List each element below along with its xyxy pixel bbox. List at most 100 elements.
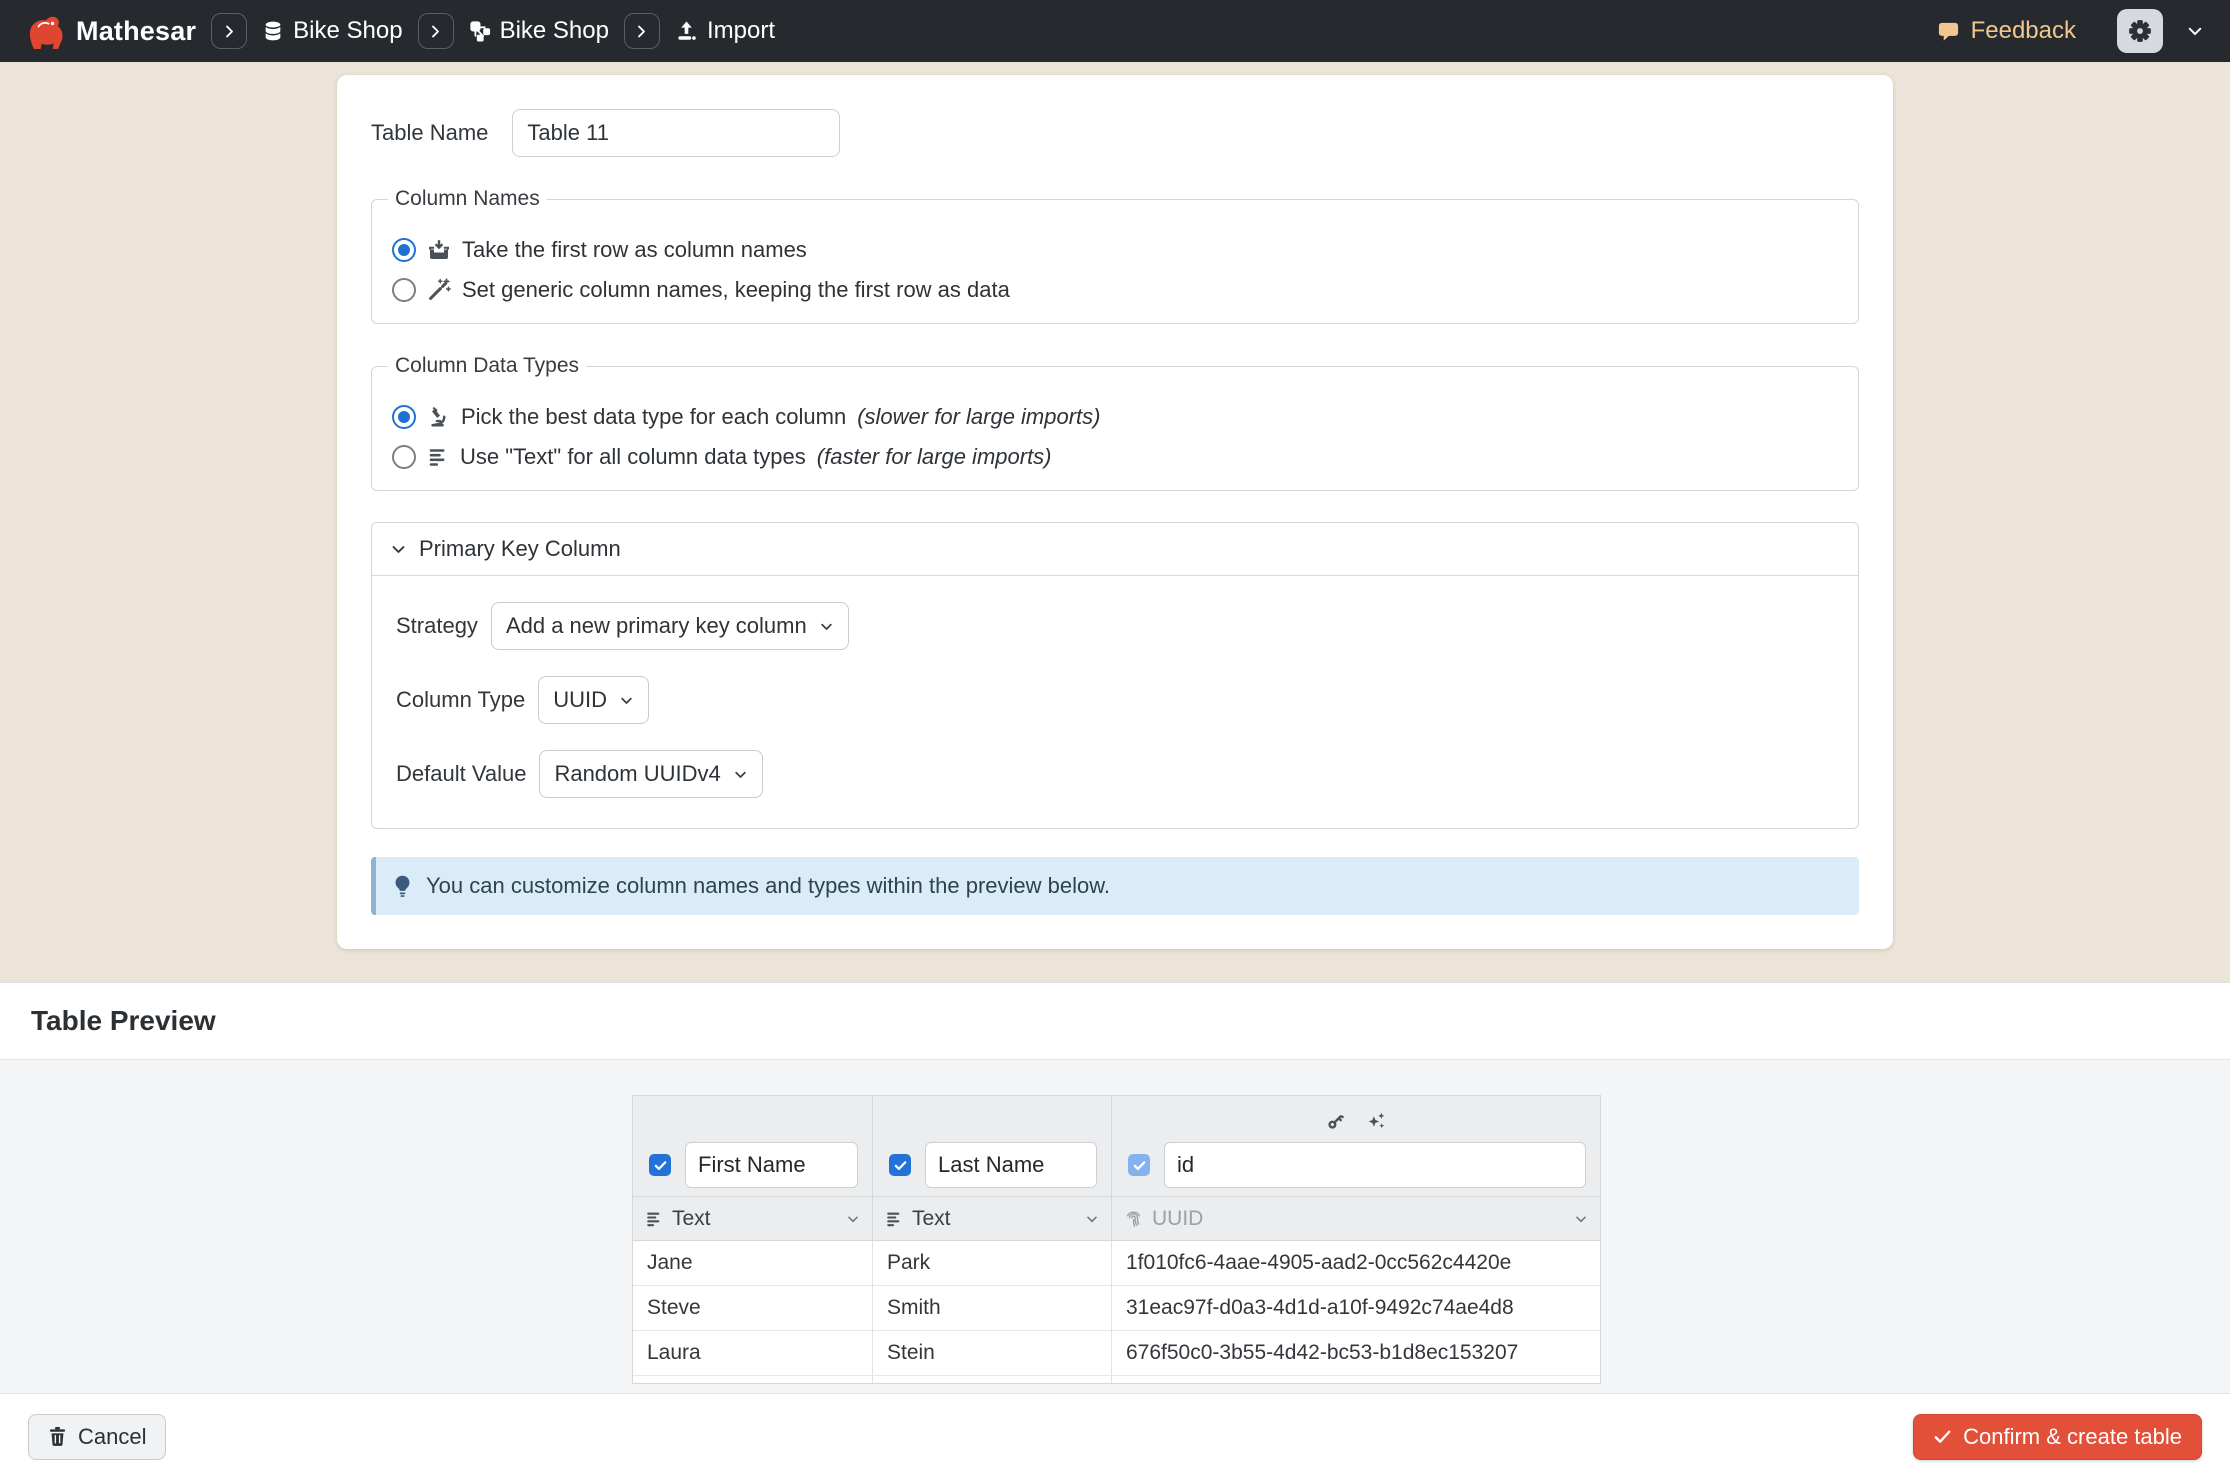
chevron-down-icon: [1085, 1212, 1099, 1226]
fingerprint-icon: [1124, 1209, 1143, 1228]
column-names-legend: Column Names: [388, 187, 547, 211]
column-name-input[interactable]: [685, 1142, 858, 1188]
cell: Laura: [633, 1331, 873, 1376]
column-name-input[interactable]: [1164, 1142, 1586, 1188]
column-type-select[interactable]: UUID: [538, 676, 649, 724]
radio-label: Take the first row as column names: [462, 237, 807, 263]
type-label: Text: [672, 1207, 711, 1231]
user-menu-caret[interactable]: [2186, 22, 2204, 40]
preview-title-band: Table Preview: [0, 982, 2230, 1060]
text-type-icon: [885, 1210, 903, 1228]
preview-area: Text Text: [0, 1060, 2230, 1393]
radio-selected[interactable]: [392, 238, 416, 262]
header-cell-last-name: [873, 1096, 1112, 1196]
radio-all-text[interactable]: Use "Text" for all column data types (fa…: [392, 444, 1840, 470]
type-select-first-name[interactable]: Text: [633, 1196, 873, 1241]
chevron-down-icon: [733, 767, 748, 782]
brand[interactable]: Mathesar: [24, 10, 196, 52]
feedback-button[interactable]: Feedback: [1936, 17, 2076, 45]
radio-unselected[interactable]: [392, 445, 416, 469]
brand-name: Mathesar: [76, 16, 196, 47]
primary-key-collapse-toggle[interactable]: Primary Key Column: [372, 523, 1858, 576]
primary-key-icon: [1325, 1111, 1346, 1132]
type-label: Text: [912, 1207, 951, 1231]
strategy-select[interactable]: Add a new primary key column: [491, 602, 849, 650]
column-checkbox[interactable]: [649, 1154, 671, 1176]
footer-bar: Cancel Confirm & create table: [0, 1393, 2230, 1479]
cell: Stein: [873, 1331, 1112, 1376]
text-type-icon: [645, 1210, 663, 1228]
upload-icon: [675, 20, 698, 43]
column-checkbox[interactable]: [889, 1154, 911, 1176]
strategy-label: Strategy: [396, 613, 478, 639]
database-icon: [262, 19, 284, 43]
column-type-value: UUID: [553, 687, 607, 713]
table-name-input[interactable]: [512, 109, 840, 157]
cell: 31eac97f-d0a3-4d1d-a10f-9492c74ae4d8: [1112, 1286, 1600, 1331]
column-type-label: Column Type: [396, 687, 525, 713]
column-name-input[interactable]: [925, 1142, 1097, 1188]
header-cell-id: [1112, 1096, 1600, 1196]
breadcrumb-database[interactable]: Bike Shop: [262, 17, 402, 45]
info-banner-text: You can customize column names and types…: [426, 873, 1110, 899]
breadcrumb-schema[interactable]: Bike Shop: [469, 17, 609, 45]
header-row-icon: [427, 238, 451, 262]
settings-button[interactable]: [2117, 9, 2163, 53]
confirm-create-table-button[interactable]: Confirm & create table: [1913, 1414, 2202, 1460]
table-row: Steve Smith 31eac97f-d0a3-4d1d-a10f-9492…: [633, 1286, 1600, 1331]
trash-icon: [48, 1426, 67, 1447]
chevron-down-icon: [619, 693, 634, 708]
microscope-icon: [427, 406, 450, 429]
mathesar-logo-icon: [24, 10, 66, 52]
feedback-label: Feedback: [1971, 17, 2076, 45]
chevron-down-icon: [1574, 1212, 1588, 1226]
radio-label: Pick the best data type for each column: [461, 404, 846, 430]
type-select-id[interactable]: UUID: [1112, 1196, 1600, 1241]
chevron-down-icon: [819, 619, 834, 634]
confirm-label: Confirm & create table: [1963, 1424, 2182, 1450]
breadcrumb-database-label: Bike Shop: [293, 17, 402, 45]
radio-label: Set generic column names, keeping the fi…: [462, 277, 1010, 303]
icon-strip: [1112, 1096, 1600, 1134]
default-value-select[interactable]: Random UUIDv4: [539, 750, 762, 798]
column-names-group: Column Names Take the first row as colum…: [371, 187, 1859, 324]
cell: 676f50c0-3b55-4d42-bc53-b1d8ec153207: [1112, 1331, 1600, 1376]
preview-type-row: Text Text: [633, 1196, 1600, 1241]
magic-wand-icon: [427, 278, 451, 302]
radio-generic-names[interactable]: Set generic column names, keeping the fi…: [392, 277, 1840, 303]
table-row: Laura Stein 676f50c0-3b55-4d42-bc53-b1d8…: [633, 1331, 1600, 1376]
preview-table: Text Text: [632, 1095, 1601, 1384]
radio-note: (faster for large imports): [817, 444, 1052, 470]
radio-note: (slower for large imports): [857, 404, 1100, 430]
cancel-label: Cancel: [78, 1424, 146, 1450]
breadcrumb-import-label: Import: [707, 17, 775, 45]
radio-first-row-as-names[interactable]: Take the first row as column names: [392, 237, 1840, 263]
import-page-background: Table Name Column Names Take the first r…: [0, 62, 2230, 982]
icon-strip: [633, 1096, 872, 1134]
radio-selected[interactable]: [392, 405, 416, 429]
radio-unselected[interactable]: [392, 278, 416, 302]
schema-icon: [469, 20, 491, 42]
strategy-value: Add a new primary key column: [506, 613, 807, 639]
chevron-down-icon: [846, 1212, 860, 1226]
breadcrumb-separator: [624, 13, 660, 49]
radio-infer-types[interactable]: Pick the best data type for each column …: [392, 404, 1840, 430]
navbar: Mathesar Bike Shop Bike Shop Import: [0, 0, 2230, 62]
check-icon: [1933, 1427, 1952, 1446]
primary-key-title: Primary Key Column: [419, 536, 621, 562]
cell: Jane: [633, 1241, 873, 1286]
cell: 1f010fc6-4aae-4905-aad2-0cc562c4420e: [1112, 1241, 1600, 1286]
clipped-row: [633, 1376, 1600, 1383]
lightbulb-icon: [392, 874, 413, 899]
breadcrumb-separator: [211, 13, 247, 49]
preview-title: Table Preview: [31, 1005, 216, 1037]
column-data-types-group: Column Data Types Pick the best data typ…: [371, 354, 1859, 491]
preview-header-row: [633, 1096, 1600, 1196]
column-checkbox-disabled: [1128, 1154, 1150, 1176]
table-name-label: Table Name: [371, 120, 488, 146]
cancel-button[interactable]: Cancel: [28, 1414, 166, 1460]
type-select-last-name[interactable]: Text: [873, 1196, 1112, 1241]
breadcrumb-import[interactable]: Import: [675, 17, 775, 45]
cell: Steve: [633, 1286, 873, 1331]
icon-strip: [873, 1096, 1111, 1134]
